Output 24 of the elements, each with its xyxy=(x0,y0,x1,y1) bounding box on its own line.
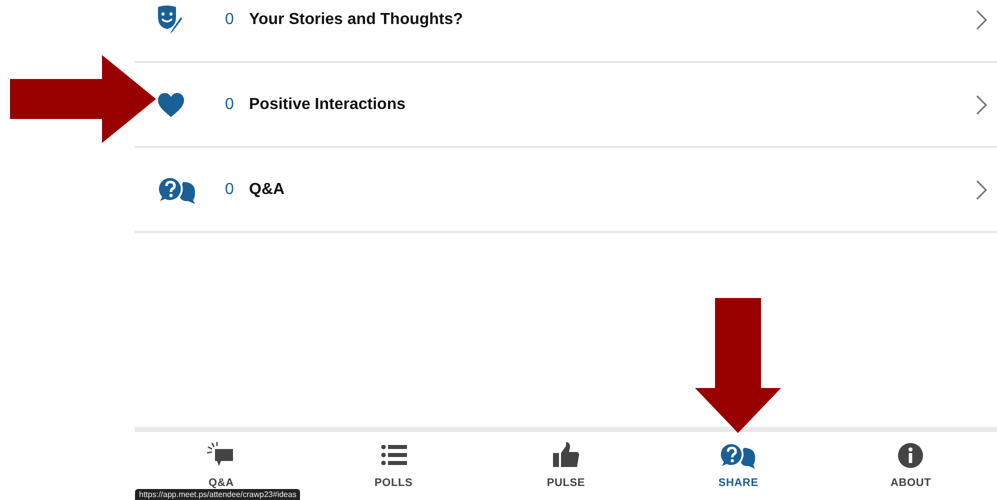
heart-icon xyxy=(157,92,185,118)
row-label: Positive Interactions xyxy=(249,96,406,114)
chevron-right-icon xyxy=(976,180,987,200)
chevron-right-icon xyxy=(976,94,987,114)
question-bubbles-icon xyxy=(719,442,758,468)
count-text: 0 xyxy=(225,96,235,114)
announcement-icon xyxy=(207,442,236,468)
count-text: 0 xyxy=(225,10,235,28)
status-url-tooltip: https://app.meet.ps/attendee/crawp23#ideas xyxy=(135,489,300,500)
nav-tab[interactable]: SHARE xyxy=(652,432,825,500)
nav-tab[interactable]: ABOUT xyxy=(824,432,997,500)
list-row[interactable]: 0 Q&A xyxy=(135,148,997,233)
nav-tab[interactable]: PULSE xyxy=(480,432,652,500)
row-label: Your Stories and Thoughts? xyxy=(249,10,464,28)
list-icon xyxy=(380,445,407,465)
nav-tab[interactable]: POLLS xyxy=(307,432,480,500)
info-icon xyxy=(898,442,924,468)
list-row[interactable]: 0 Your Stories and Thoughts? xyxy=(135,0,997,63)
count-text: 0 xyxy=(225,180,235,198)
question-bubbles-icon xyxy=(157,176,197,204)
chevron-right-icon xyxy=(976,10,987,30)
row-label: Q&A xyxy=(249,180,286,198)
thumbs-up-icon xyxy=(552,442,579,468)
mask-icon xyxy=(157,4,183,34)
